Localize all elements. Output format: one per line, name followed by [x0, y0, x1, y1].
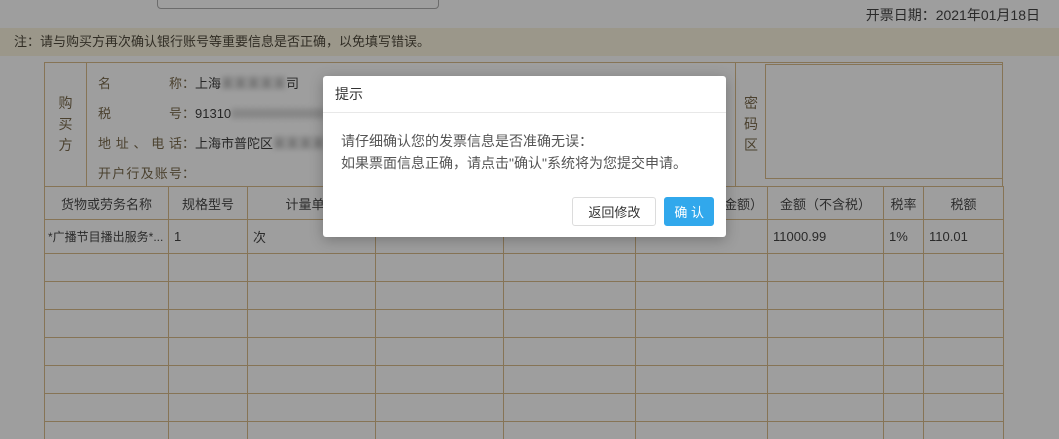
return-modify-button[interactable]: 返回修改: [572, 197, 657, 226]
invoice-page: 开票日期：2021年01月18日 注：请与购买方再次确认银行账号等重要信息是否正…: [0, 0, 1059, 439]
dialog-message-line2: 如果票面信息正确，请点击"确认"系统将为您提交申请。: [341, 155, 687, 171]
dialog-title: 提示: [323, 76, 726, 113]
dialog-message: 请仔细确认您的发票信息是否准确无误： 如果票面信息正确，请点击"确认"系统将为您…: [323, 113, 726, 174]
confirm-dialog: 提示 请仔细确认您的发票信息是否准确无误： 如果票面信息正确，请点击"确认"系统…: [323, 76, 726, 237]
dialog-footer: 返回修改 确 认: [572, 197, 714, 226]
confirm-button[interactable]: 确 认: [664, 197, 714, 226]
dialog-message-line1: 请仔细确认您的发票信息是否准确无误：: [341, 133, 593, 149]
